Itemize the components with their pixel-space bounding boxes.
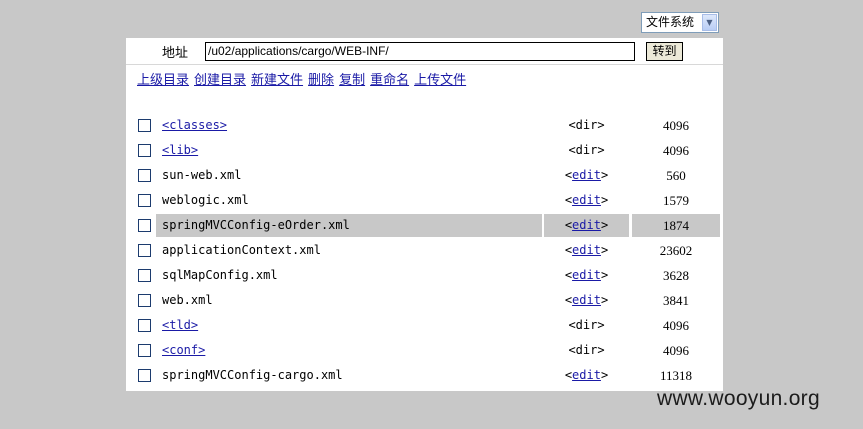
file-size: 11318	[659, 368, 693, 383]
file-action: <edit>	[564, 193, 609, 207]
file-size: 4096	[663, 118, 689, 133]
file-manager-panel: 地址 /u02/applications/cargo/WEB-INF/ 转到 上…	[126, 38, 723, 391]
file-row: springMVCConfig-cargo.xml <edit> 11318	[130, 364, 720, 387]
file-checkbox[interactable]	[138, 269, 151, 282]
file-row: applicationContext.xml <edit> 23602	[130, 239, 720, 262]
file-row: web.xml <edit> 3841	[130, 289, 720, 312]
file-size: 1874	[632, 214, 720, 237]
edit-link[interactable]: edit	[572, 168, 601, 182]
file-action: <edit>	[544, 214, 629, 237]
file-size: 23602	[659, 243, 693, 258]
file-name: sun-web.xml	[162, 168, 242, 182]
file-checkbox[interactable]	[138, 119, 151, 132]
file-action: <edit>	[564, 243, 609, 257]
file-size: 1579	[663, 193, 689, 208]
file-name: springMVCConfig-cargo.xml	[162, 368, 343, 382]
file-name[interactable]: <lib>	[156, 143, 198, 157]
go-button[interactable]: 转到	[646, 42, 683, 61]
edit-link[interactable]: edit	[572, 268, 601, 282]
file-row: <conf> <dir> 4096	[130, 339, 720, 362]
toolbar: 上级目录 创建目录 新建文件 删除 复制 重命名 上传文件	[137, 69, 471, 88]
file-checkbox[interactable]	[138, 144, 151, 157]
file-action: <edit>	[564, 368, 609, 382]
filesystem-select-value: 文件系统	[646, 15, 695, 29]
edit-link[interactable]: edit	[572, 193, 601, 207]
file-type: <dir>	[568, 143, 605, 157]
file-action: <edit>	[564, 268, 609, 282]
copy-link[interactable]: 复制	[339, 73, 365, 88]
file-name: applicationContext.xml	[162, 243, 321, 257]
file-size: 4096	[663, 318, 689, 333]
file-checkbox[interactable]	[138, 344, 151, 357]
file-checkbox[interactable]	[138, 294, 151, 307]
edit-link[interactable]: edit	[572, 243, 601, 257]
file-size: 3841	[663, 293, 689, 308]
file-name: weblogic.xml	[162, 193, 249, 207]
file-size: 560	[666, 168, 686, 183]
file-name: springMVCConfig-eOrder.xml	[162, 218, 350, 232]
file-name[interactable]: <classes>	[156, 118, 227, 132]
file-row: sqlMapConfig.xml <edit> 3628	[130, 264, 720, 287]
delete-link[interactable]: 删除	[308, 73, 334, 88]
file-checkbox[interactable]	[138, 169, 151, 182]
file-name: web.xml	[162, 293, 213, 307]
file-row-highlighted: springMVCConfig-eOrder.xml <edit> 1874	[130, 214, 720, 237]
file-row: <tld> <dir> 4096	[130, 314, 720, 337]
file-type: <dir>	[568, 118, 605, 132]
file-type: <dir>	[568, 343, 605, 357]
address-label: 地址	[162, 46, 189, 61]
file-checkbox[interactable]	[138, 194, 151, 207]
file-checkbox[interactable]	[138, 319, 151, 332]
watermark: www.wooyun.org	[657, 387, 820, 410]
edit-link[interactable]: edit	[572, 218, 601, 232]
file-size: 4096	[663, 143, 689, 158]
rename-link[interactable]: 重命名	[370, 73, 409, 88]
file-size: 3628	[663, 268, 689, 283]
parent-dir-link[interactable]: 上级目录	[137, 73, 189, 88]
file-row: <lib> <dir> 4096	[130, 139, 720, 162]
file-checkbox[interactable]	[138, 219, 151, 232]
new-file-link[interactable]: 新建文件	[251, 73, 303, 88]
file-checkbox[interactable]	[138, 244, 151, 257]
upload-file-link[interactable]: 上传文件	[414, 73, 466, 88]
file-size: 4096	[663, 343, 689, 358]
edit-link[interactable]: edit	[572, 368, 601, 382]
file-name: sqlMapConfig.xml	[162, 268, 278, 282]
edit-link[interactable]: edit	[572, 293, 601, 307]
create-dir-link[interactable]: 创建目录	[194, 73, 246, 88]
divider	[126, 64, 723, 65]
file-checkbox[interactable]	[138, 369, 151, 382]
chevron-down-icon[interactable]: ▼	[702, 14, 717, 31]
file-name[interactable]: <tld>	[156, 318, 198, 332]
file-name[interactable]: <conf>	[156, 343, 205, 357]
address-input[interactable]: /u02/applications/cargo/WEB-INF/	[205, 42, 635, 61]
file-action: <edit>	[564, 293, 609, 307]
file-row: <classes> <dir> 4096	[130, 114, 720, 137]
filesystem-select[interactable]: 文件系统 ▼	[641, 12, 719, 33]
file-row: sun-web.xml <edit> 560	[130, 164, 720, 187]
file-type: <dir>	[568, 318, 605, 332]
file-row: weblogic.xml <edit> 1579	[130, 189, 720, 212]
file-action: <edit>	[564, 168, 609, 182]
